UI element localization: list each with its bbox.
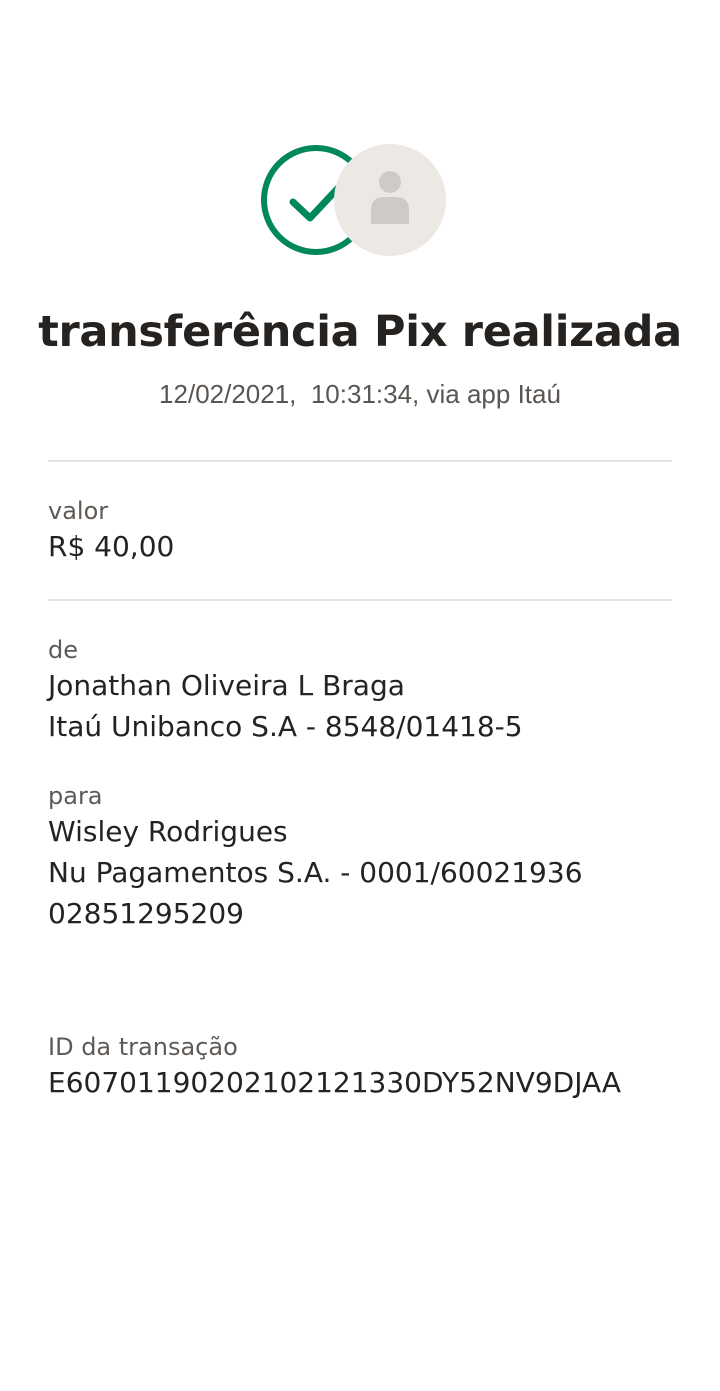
from-name: Jonathan Oliveira L Braga (48, 669, 405, 702)
person-icon (371, 171, 409, 224)
to-label: para (48, 782, 103, 810)
amount-value: R$ 40,00 (48, 530, 175, 563)
divider (48, 599, 672, 601)
transaction-id-value: E60701190202102121330DY52NV9DJAA (48, 1066, 622, 1099)
amount-label: valor (48, 497, 109, 525)
divider (48, 460, 672, 462)
to-name: Wisley Rodrigues (48, 815, 288, 848)
to-document: 02851295209 (48, 897, 244, 930)
status-icons (260, 144, 450, 258)
transaction-datetime: 12/02/2021, 10:31:34, via app Itaú (159, 379, 561, 409)
recipient-avatar (334, 144, 446, 256)
from-bank-account: Itaú Unibanco S.A - 8548/01418-5 (48, 710, 523, 743)
transaction-id-label: ID da transação (48, 1033, 238, 1061)
to-bank-account: Nu Pagamentos S.A. - 0001/60021936 (48, 856, 583, 889)
page-title: transferência Pix realizada (38, 307, 682, 357)
from-label: de (48, 636, 78, 664)
